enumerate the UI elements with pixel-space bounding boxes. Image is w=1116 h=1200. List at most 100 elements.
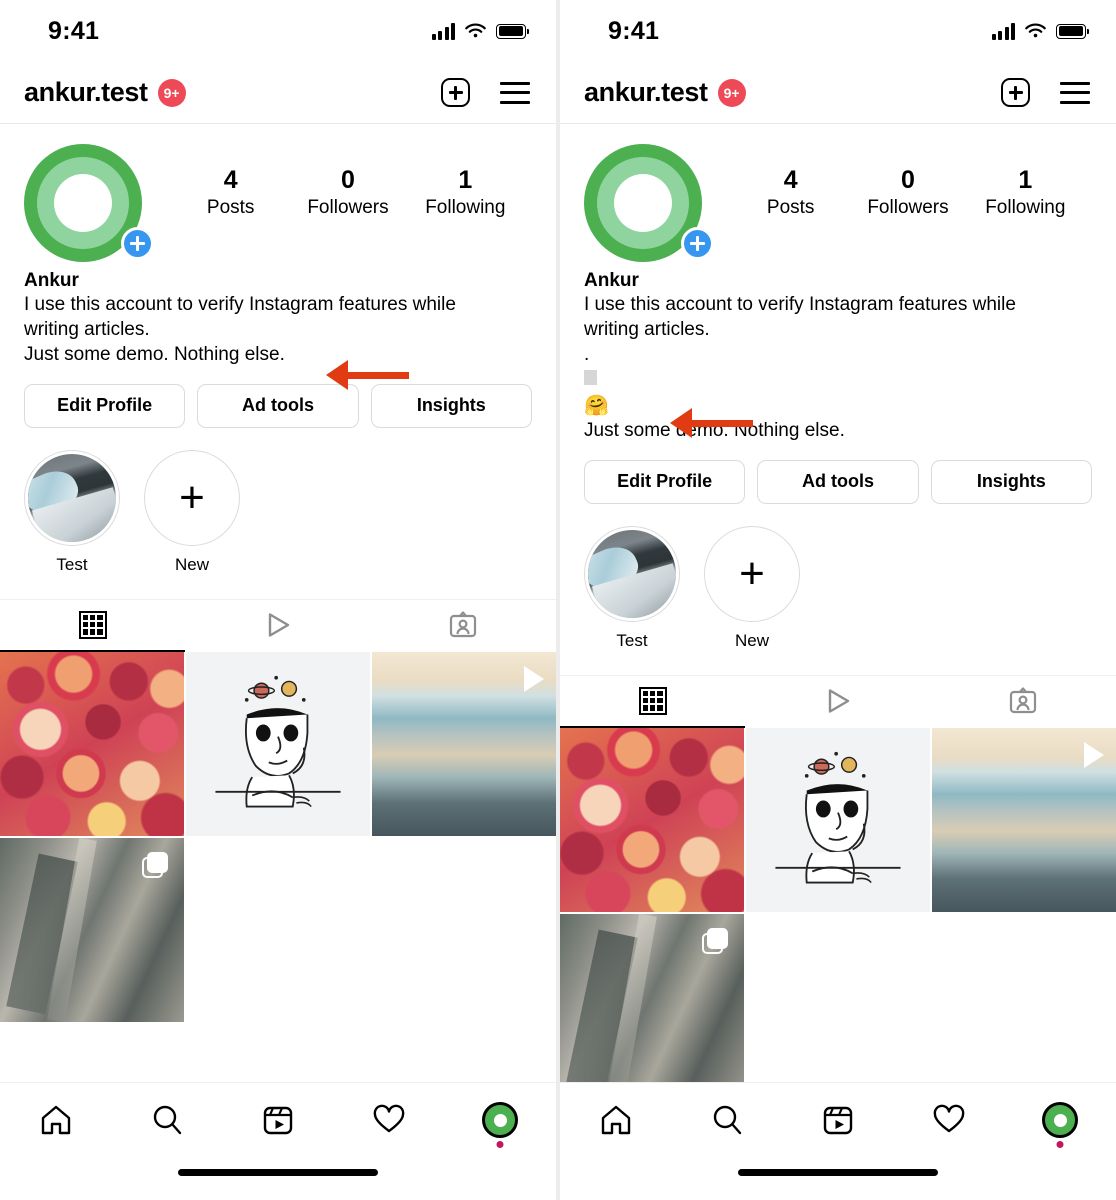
notification-dot <box>496 1141 504 1148</box>
stat-following[interactable]: 1 Following <box>967 166 1084 219</box>
profile-stats: 4 Posts 0 Followers 1 Following <box>702 144 1092 219</box>
phone-screen-left: 9:41 ankur.test 9+ 4 Posts 0 Followers 1… <box>0 0 556 1200</box>
status-clock: 9:41 <box>608 16 660 45</box>
post-illustration[interactable] <box>746 727 930 912</box>
stat-posts[interactable]: 4 Posts <box>732 166 849 219</box>
nav-activity[interactable] <box>334 1104 445 1136</box>
insights-button[interactable]: Insights <box>370 383 532 428</box>
post-cityscape[interactable] <box>0 837 184 1022</box>
stat-posts[interactable]: 4 Posts <box>172 166 289 219</box>
nav-home[interactable] <box>560 1104 671 1136</box>
profile-bio-right: Ankur I use this account to verify Insta… <box>560 262 1116 444</box>
plus-icon <box>130 236 145 251</box>
tab-grid[interactable] <box>0 600 186 652</box>
illustration-art <box>775 751 901 884</box>
plus-square-icon <box>1001 78 1030 107</box>
edit-profile-button[interactable]: Edit Profile <box>584 459 746 504</box>
grid-icon <box>638 686 667 715</box>
signal-bars-icon <box>431 22 455 40</box>
nav-reels[interactable] <box>222 1104 333 1136</box>
post-cityscape[interactable] <box>560 913 744 1098</box>
menu-button[interactable] <box>1060 81 1090 104</box>
nav-activity[interactable] <box>894 1104 1005 1136</box>
ad-tools-button[interactable]: Ad tools <box>757 459 919 504</box>
bio-line: I use this account to verify Instagram f… <box>584 294 1016 315</box>
tagged-person-icon <box>450 611 477 638</box>
ad-tools-button[interactable]: Ad tools <box>197 383 359 428</box>
heart-icon <box>373 1104 405 1133</box>
highlight-new[interactable]: + New <box>704 525 800 651</box>
stat-following[interactable]: 1 Following <box>407 166 524 219</box>
post-pomegranates[interactable] <box>560 727 744 912</box>
tab-grid[interactable] <box>560 676 746 728</box>
post-image <box>746 727 930 912</box>
profile-tabs-left <box>0 598 556 652</box>
post-illustration[interactable] <box>186 651 370 836</box>
profile-username[interactable]: ankur.test <box>584 77 708 108</box>
hamburger-menu-icon <box>500 81 530 104</box>
nav-search[interactable] <box>111 1103 222 1137</box>
post-image <box>560 727 744 912</box>
highlight-test[interactable]: Test <box>584 525 680 651</box>
create-button[interactable] <box>441 78 470 107</box>
nav-profile[interactable] <box>445 1102 556 1148</box>
nav-profile[interactable] <box>1005 1102 1116 1148</box>
grid-empty <box>746 913 930 1098</box>
add-story-button[interactable] <box>681 227 714 260</box>
tab-reels[interactable] <box>745 676 930 728</box>
heart-icon <box>933 1104 965 1133</box>
highlight-label: Test <box>616 630 648 650</box>
stat-followers[interactable]: 0 Followers <box>849 166 966 219</box>
bottom-nav-right <box>560 1082 1116 1200</box>
bio-line: Just some demo. Nothing else. <box>24 343 285 365</box>
bottom-nav-left <box>0 1082 556 1200</box>
stat-followers-label: Followers <box>867 196 949 218</box>
tab-tagged[interactable] <box>931 676 1116 728</box>
profile-display-name: Ankur <box>584 270 639 291</box>
play-icon <box>823 687 853 715</box>
grid-empty <box>932 913 1116 1098</box>
nav-home[interactable] <box>0 1104 111 1136</box>
profile-avatar[interactable] <box>584 144 714 262</box>
tab-tagged[interactable] <box>371 600 556 652</box>
stat-followers[interactable]: 0 Followers <box>289 166 406 219</box>
notification-dot <box>1056 1141 1064 1148</box>
profile-header-right: 4 Posts 0 Followers 1 Following <box>560 124 1116 262</box>
add-story-button[interactable] <box>121 227 154 260</box>
nav-search[interactable] <box>671 1103 782 1137</box>
notification-badge[interactable]: 9+ <box>717 78 746 107</box>
highlight-label: New <box>174 554 209 574</box>
highlight-new[interactable]: + New <box>144 449 240 575</box>
grid-empty <box>186 837 370 1022</box>
profile-avatar[interactable] <box>24 144 154 262</box>
bio-line-emoji: 🤗 <box>584 394 609 417</box>
dual-screenshot-comparison: 9:41 ankur.test 9+ 4 Posts 0 Followers 1… <box>0 0 1116 1200</box>
menu-button[interactable] <box>500 81 530 104</box>
highlight-test[interactable]: Test <box>24 449 120 575</box>
post-pomegranates[interactable] <box>0 651 184 836</box>
plus-square-icon <box>441 78 470 107</box>
edit-profile-button[interactable]: Edit Profile <box>24 383 186 428</box>
nav-reels[interactable] <box>782 1104 893 1136</box>
bio-line-period: . <box>584 343 590 365</box>
notification-badge[interactable]: 9+ <box>157 78 186 107</box>
reels-icon <box>823 1106 853 1135</box>
post-video[interactable] <box>372 651 556 836</box>
profile-username[interactable]: ankur.test <box>24 77 148 108</box>
stat-posts-label: Posts <box>766 196 815 218</box>
play-icon <box>1084 741 1104 768</box>
status-clock: 9:41 <box>48 16 100 45</box>
story-highlights-right: Test + New <box>560 504 1116 651</box>
tab-reels[interactable] <box>185 600 370 652</box>
app-header-right: ankur.test 9+ <box>560 62 1116 124</box>
signal-bars-icon <box>991 22 1015 40</box>
stat-following-value: 1 <box>458 166 473 194</box>
stat-posts-value: 4 <box>223 166 238 194</box>
create-button[interactable] <box>1001 78 1030 107</box>
missing-glyph-box <box>584 369 597 385</box>
post-image <box>0 651 184 836</box>
post-video[interactable] <box>932 727 1116 912</box>
bio-line: writing articles. <box>24 318 150 340</box>
stat-following-label: Following <box>425 196 506 218</box>
insights-button[interactable]: Insights <box>930 459 1092 504</box>
